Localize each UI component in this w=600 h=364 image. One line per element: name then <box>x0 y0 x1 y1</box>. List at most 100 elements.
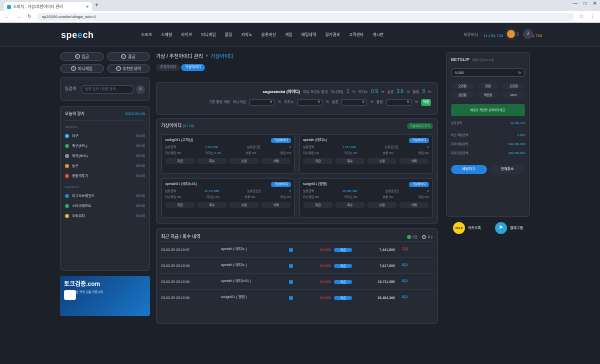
referral-button[interactable]: • 추천인내역 <box>106 64 150 73</box>
edit-button[interactable]: 수정 <box>229 202 259 208</box>
virtual-id-panel: 가상아이디 (4 / 10) 가상아이디 추가 xcdhg001 (고객님) 가상… <box>156 118 438 224</box>
rate-input-slot[interactable]: 0 <box>341 98 368 106</box>
bell-icon[interactable]: ♪ <box>523 29 533 39</box>
kakao-link[interactable]: TALK 카카오톡 <box>453 222 481 234</box>
apply-button[interactable]: 적용 <box>421 98 431 106</box>
chip-max[interactable]: MAX <box>502 92 525 98</box>
game-row[interactable]: 하키(NHL) 00:00 <box>65 151 145 161</box>
nav-item-board[interactable]: 게시판 <box>373 32 384 38</box>
breadcrumb: 가상 / 추천아이디 관리 › 가상아이디 <box>156 53 234 60</box>
rate-input-bowling[interactable]: 0 <box>385 98 412 106</box>
type-icon <box>289 295 293 300</box>
pay-button[interactable]: 지급 <box>303 202 333 208</box>
collect-button[interactable]: 회수 <box>197 202 227 208</box>
summary-panel: sograsbokd (아이디) 보유 포인트 합계 미니게임 1% 카지노 0.9… <box>156 82 438 115</box>
nav-item-bowling[interactable]: 볼링 <box>225 32 232 38</box>
game-row[interactable]: 스타크래프트 00:00 <box>65 201 145 211</box>
nav-item-special[interactable]: 스페셜 <box>161 32 172 38</box>
clear-bet-button[interactable]: 전체취소 <box>489 165 525 174</box>
radio-pay[interactable]: 지급 <box>406 234 417 239</box>
site-logo[interactable]: speech <box>61 30 94 40</box>
team-search: 팀검색 팀명 입력 / 팀명 검색 ⌕ <box>60 77 150 101</box>
chip-50k[interactable]: 오만원 <box>502 83 525 89</box>
game-row[interactable]: 야구 00:00 <box>65 131 145 141</box>
place-bet-button[interactable]: 배팅하기 <box>451 165 487 174</box>
telegram-icon: ➤ <box>495 222 508 234</box>
tab-recommend[interactable]: 추천아이디 <box>156 64 181 71</box>
telegram-link[interactable]: ➤ 텔레그램 <box>495 222 523 234</box>
deposit-button[interactable]: + 입금 <box>60 52 104 61</box>
collect-button[interactable]: 회수 <box>335 202 365 208</box>
edit-button[interactable]: 수정 <box>229 158 259 164</box>
withdraw-button[interactable]: − 출금 <box>106 52 150 61</box>
delete-button[interactable]: 삭제 <box>399 202 429 208</box>
kakao-icon: TALK <box>453 222 466 234</box>
sport-dot-icon <box>65 134 69 138</box>
add-virtual-button[interactable]: 가상아이디 추가 <box>406 123 433 129</box>
maximize-button[interactable]: □ <box>584 1 587 7</box>
browser-tabbar: 스피치 - 가상/추천아이디 관리 ✕ + — □ ✕ <box>0 0 600 11</box>
game-row[interactable]: 농구 00:00 <box>65 161 145 171</box>
id-tag: 가상아이디 <box>409 182 429 187</box>
collect-button[interactable]: 회수 <box>335 158 365 164</box>
nav-item-results[interactable]: 경기결과 <box>325 32 340 38</box>
table-row: 23-02-09 23:10:00 opeskh ( 매치노01 ) 50,000 지… <box>161 273 433 289</box>
main-nav: 스포츠 스페셜 라이브 미니게임 볼링 카지노 슬롯머신 게임 배팅내역 경기결… <box>141 32 384 38</box>
game-row[interactable]: 리그오브레전드 00:00 <box>65 191 145 201</box>
edit-button[interactable]: 수정 <box>367 202 397 208</box>
collect-button[interactable]: 회수 <box>197 158 227 164</box>
social-links: TALK 카카오톡 ➤ 텔레그램 <box>446 222 530 234</box>
menu-icon[interactable]: ⋮ <box>589 14 596 20</box>
delete-button[interactable]: 삭제 <box>399 158 429 164</box>
url-field[interactable]: sp20200.com/kr/ulingw_sub=1 <box>37 12 574 21</box>
chip-1m[interactable]: 백만원 <box>476 92 500 98</box>
nav-item-bet-history[interactable]: 배팅내역 <box>301 32 316 38</box>
chip-100k[interactable]: 십만원 <box>451 92 474 98</box>
status-badge: 지급 <box>334 279 352 284</box>
minimize-button[interactable]: — <box>573 1 578 7</box>
banner-ad[interactable]: 토크검증.com 스포츠 토토 먹튀 검증 커뮤니티 <box>60 276 150 316</box>
forward-icon[interactable]: → <box>15 14 22 20</box>
delete-button[interactable]: 삭제 <box>261 158 291 164</box>
nav-item-live[interactable]: 라이브 <box>181 32 192 38</box>
game-row[interactable]: 종합격투기 00:00 <box>65 171 145 181</box>
nav-item-game[interactable]: 게임 <box>285 32 292 38</box>
pay-button[interactable]: 지급 <box>303 158 333 164</box>
rate-input-minigame[interactable]: 0 <box>248 98 275 106</box>
new-tab-button[interactable]: + <box>95 2 99 10</box>
chip-5k[interactable]: 오천원 <box>451 83 474 89</box>
nav-item-support[interactable]: 고객센터 <box>349 32 364 38</box>
ad-image <box>64 290 76 300</box>
game-row[interactable]: 오버워치 00:00 <box>65 211 145 221</box>
search-input[interactable]: 팀명 입력 / 팀명 검색 <box>81 84 134 94</box>
nav-item-slot[interactable]: 슬롯머신 <box>261 32 276 38</box>
radio-collect[interactable]: 회수 <box>422 234 433 239</box>
id-tag: 가상아이디 <box>271 182 291 187</box>
back-icon[interactable]: ← <box>4 14 11 20</box>
star-icon[interactable]: ☆ <box>578 14 585 20</box>
chip-10k[interactable]: 만원 <box>476 83 500 89</box>
tab-virtual[interactable]: 가상아이디 <box>181 64 206 71</box>
rate-input-casino[interactable]: 0 <box>296 98 323 106</box>
today-games: 오늘의 경기 2023.02.09 SPORTS 야구 00:00 축구(EPL) 00… <box>60 106 150 271</box>
minigame-button[interactable]: • 미니게임 <box>60 64 104 73</box>
edit-button[interactable]: 수정 <box>367 158 397 164</box>
nav-item-minigame[interactable]: 미니게임 <box>201 32 216 38</box>
delete-button[interactable]: 삭제 <box>261 202 291 208</box>
avatar[interactable] <box>505 28 517 40</box>
close-window-button[interactable]: ✕ <box>593 1 597 7</box>
nav-item-casino[interactable]: 카지노 <box>241 32 252 38</box>
minus-icon: − <box>121 54 127 59</box>
pay-button[interactable]: 지급 <box>165 158 195 164</box>
id-tag: 가상아이디 <box>409 138 429 143</box>
status-badge: 지급 <box>334 295 352 300</box>
nav-item-sports[interactable]: 스포츠 <box>141 32 152 38</box>
tab-close-icon[interactable]: ✕ <box>86 4 89 9</box>
search-icon[interactable]: ⌕ <box>136 84 145 94</box>
reload-icon[interactable]: ↻ <box>26 14 33 20</box>
history-panel: 최근 지급 / 회수 내역 지급 회수 23-02-09 23:10:07 ape… <box>156 228 438 324</box>
browser-tab[interactable]: 스피치 - 가상/추천아이디 관리 ✕ <box>4 2 92 11</box>
game-row[interactable]: 축구(EPL) 00:00 <box>65 141 145 151</box>
pay-button[interactable]: 지급 <box>165 202 195 208</box>
bet-amount-input[interactable]: 5,000 ↻ <box>451 68 525 77</box>
